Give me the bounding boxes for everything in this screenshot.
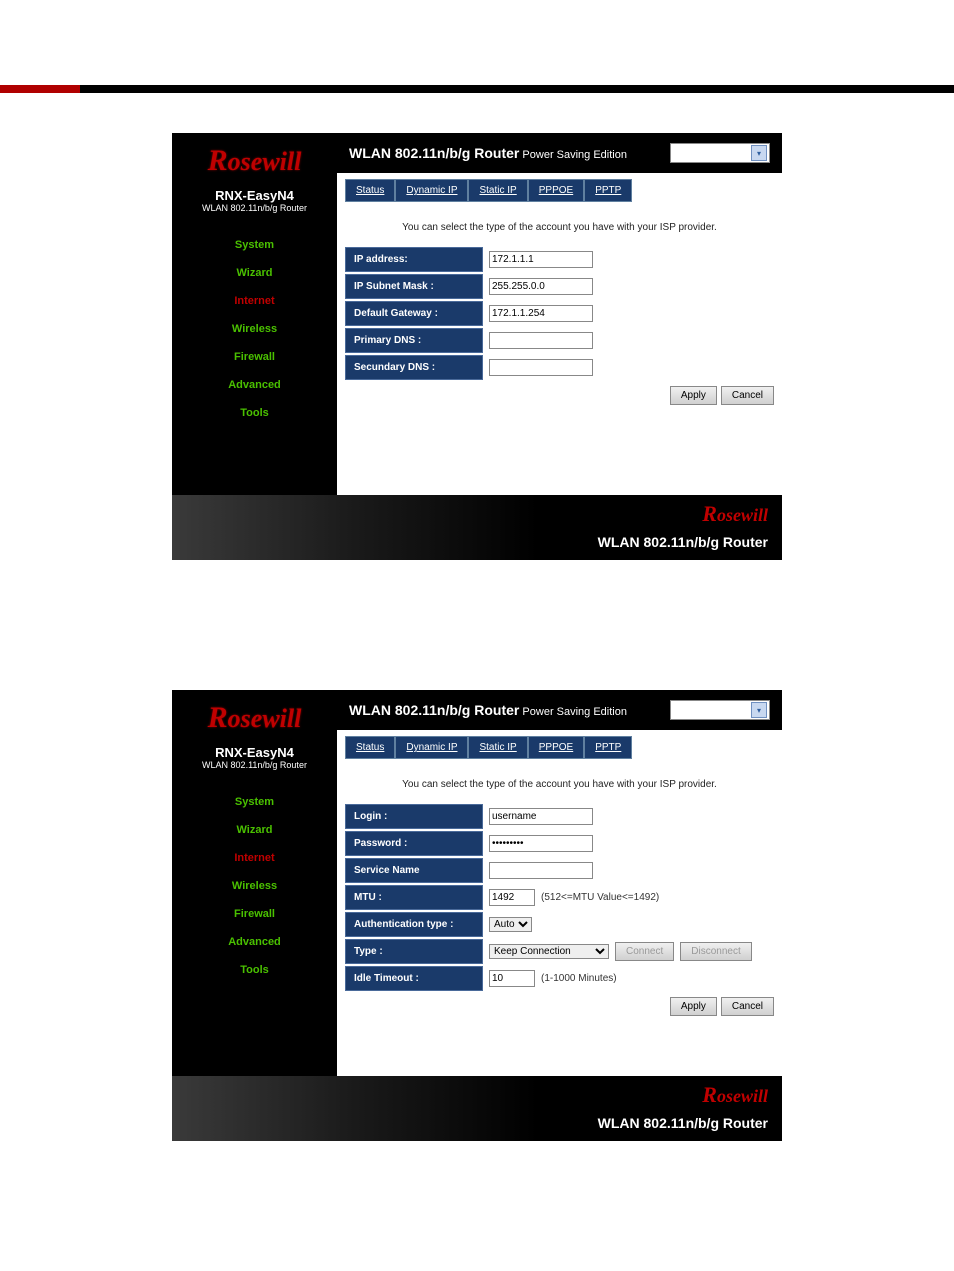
description-text: You can select the type of the account y… bbox=[345, 222, 774, 233]
sidebar-item-system[interactable]: System bbox=[172, 788, 337, 816]
sidebar-item-advanced[interactable]: Advanced bbox=[172, 371, 337, 399]
panel-header: WLAN 802.11n/b/g Router Power Saving Edi… bbox=[337, 133, 782, 173]
mtu-hint: (512<=MTU Value<=1492) bbox=[541, 892, 659, 903]
sidebar-item-wireless[interactable]: Wireless bbox=[172, 315, 337, 343]
sidebar-item-wizard[interactable]: Wizard bbox=[172, 816, 337, 844]
mode-select[interactable]: AP Router Mode ▾ bbox=[670, 700, 770, 720]
cancel-button[interactable]: Cancel bbox=[721, 386, 774, 405]
footer-text: WLAN 802.11n/b/g Router bbox=[598, 534, 768, 550]
auth-type-select[interactable]: Auto bbox=[489, 917, 532, 932]
tab-pppoe[interactable]: PPPOE bbox=[528, 736, 584, 759]
label-password: Password : bbox=[345, 831, 483, 856]
footer-logo: Rosewill bbox=[702, 1082, 768, 1108]
footer-text: WLAN 802.11n/b/g Router bbox=[598, 1115, 768, 1131]
router-panel-pppoe: Rosewill RNX-EasyN4 WLAN 802.11n/b/g Rou… bbox=[172, 690, 782, 1141]
idle-timeout-input[interactable] bbox=[489, 970, 535, 987]
connect-button[interactable]: Connect bbox=[615, 942, 674, 961]
header-subtitle: Power Saving Edition bbox=[522, 706, 627, 718]
label-auth-type: Authentication type : bbox=[345, 912, 483, 937]
label-primary-dns: Primary DNS : bbox=[345, 328, 483, 353]
label-login: Login : bbox=[345, 804, 483, 829]
primary-dns-input[interactable] bbox=[489, 332, 593, 349]
tab-status[interactable]: Status bbox=[345, 179, 395, 202]
sidebar-item-system[interactable]: System bbox=[172, 231, 337, 259]
tab-static-ip[interactable]: Static IP bbox=[468, 736, 527, 759]
label-subnet-mask: IP Subnet Mask : bbox=[345, 274, 483, 299]
sidebar: Rosewill RNX-EasyN4 WLAN 802.11n/b/g Rou… bbox=[172, 690, 337, 1076]
label-ip-address: IP address: bbox=[345, 247, 483, 272]
header-title: WLAN 802.11n/b/g Router bbox=[349, 145, 519, 161]
label-idle-timeout: Idle Timeout : bbox=[345, 966, 483, 991]
tab-status[interactable]: Status bbox=[345, 736, 395, 759]
default-gateway-input[interactable] bbox=[489, 305, 593, 322]
page-top-bar bbox=[0, 85, 954, 93]
sidebar-item-tools[interactable]: Tools bbox=[172, 956, 337, 984]
mode-select-value: AP Router Mode bbox=[673, 705, 747, 716]
sidebar-item-advanced[interactable]: Advanced bbox=[172, 928, 337, 956]
mtu-input[interactable] bbox=[489, 889, 535, 906]
idle-hint: (1-1000 Minutes) bbox=[541, 973, 617, 984]
label-default-gateway: Default Gateway : bbox=[345, 301, 483, 326]
subnet-mask-input[interactable] bbox=[489, 278, 593, 295]
product-model-sub: WLAN 802.11n/b/g Router bbox=[172, 203, 337, 213]
secondary-dns-input[interactable] bbox=[489, 359, 593, 376]
tab-dynamic-ip[interactable]: Dynamic IP bbox=[395, 179, 468, 202]
cancel-button[interactable]: Cancel bbox=[721, 997, 774, 1016]
footer-logo: Rosewill bbox=[702, 501, 768, 527]
product-model: RNX-EasyN4 bbox=[172, 745, 337, 760]
mode-select-value: AP Router Mode bbox=[673, 148, 747, 159]
tabs: Status Dynamic IP Static IP PPPOE PPTP bbox=[345, 736, 774, 759]
header-title: WLAN 802.11n/b/g Router bbox=[349, 702, 519, 718]
apply-button[interactable]: Apply bbox=[670, 997, 717, 1016]
service-name-input[interactable] bbox=[489, 862, 593, 879]
tabs: Status Dynamic IP Static IP PPPOE PPTP bbox=[345, 179, 774, 202]
product-model-sub: WLAN 802.11n/b/g Router bbox=[172, 760, 337, 770]
tab-static-ip[interactable]: Static IP bbox=[468, 179, 527, 202]
label-mtu: MTU : bbox=[345, 885, 483, 910]
chevron-down-icon: ▾ bbox=[751, 145, 767, 161]
panel-footer: Rosewill WLAN 802.11n/b/g Router bbox=[172, 495, 782, 560]
brand-logo: Rosewill bbox=[190, 695, 320, 740]
login-input[interactable] bbox=[489, 808, 593, 825]
tab-pppoe[interactable]: PPPOE bbox=[528, 179, 584, 202]
panel-header: WLAN 802.11n/b/g Router Power Saving Edi… bbox=[337, 690, 782, 730]
sidebar-item-internet[interactable]: Internet bbox=[172, 844, 337, 872]
sidebar-item-tools[interactable]: Tools bbox=[172, 399, 337, 427]
description-text: You can select the type of the account y… bbox=[345, 779, 774, 790]
mode-select[interactable]: AP Router Mode ▾ bbox=[670, 143, 770, 163]
brand-logo: Rosewill bbox=[190, 138, 320, 183]
connection-type-select[interactable]: Keep Connection bbox=[489, 944, 609, 959]
tab-dynamic-ip[interactable]: Dynamic IP bbox=[395, 736, 468, 759]
sidebar-item-firewall[interactable]: Firewall bbox=[172, 343, 337, 371]
sidebar-item-firewall[interactable]: Firewall bbox=[172, 900, 337, 928]
sidebar-item-wireless[interactable]: Wireless bbox=[172, 872, 337, 900]
tab-pptp[interactable]: PPTP bbox=[584, 736, 632, 759]
label-type: Type : bbox=[345, 939, 483, 964]
tab-pptp[interactable]: PPTP bbox=[584, 179, 632, 202]
password-input[interactable] bbox=[489, 835, 593, 852]
product-model: RNX-EasyN4 bbox=[172, 188, 337, 203]
sidebar-item-internet[interactable]: Internet bbox=[172, 287, 337, 315]
router-panel-static-ip: Rosewill RNX-EasyN4 WLAN 802.11n/b/g Rou… bbox=[172, 133, 782, 560]
sidebar-item-wizard[interactable]: Wizard bbox=[172, 259, 337, 287]
sidebar: Rosewill RNX-EasyN4 WLAN 802.11n/b/g Rou… bbox=[172, 133, 337, 495]
disconnect-button[interactable]: Disconnect bbox=[680, 942, 751, 961]
apply-button[interactable]: Apply bbox=[670, 386, 717, 405]
label-secondary-dns: Secundary DNS : bbox=[345, 355, 483, 380]
chevron-down-icon: ▾ bbox=[751, 702, 767, 718]
ip-address-input[interactable] bbox=[489, 251, 593, 268]
label-service-name: Service Name bbox=[345, 858, 483, 883]
panel-footer: Rosewill WLAN 802.11n/b/g Router bbox=[172, 1076, 782, 1141]
header-subtitle: Power Saving Edition bbox=[522, 149, 627, 161]
